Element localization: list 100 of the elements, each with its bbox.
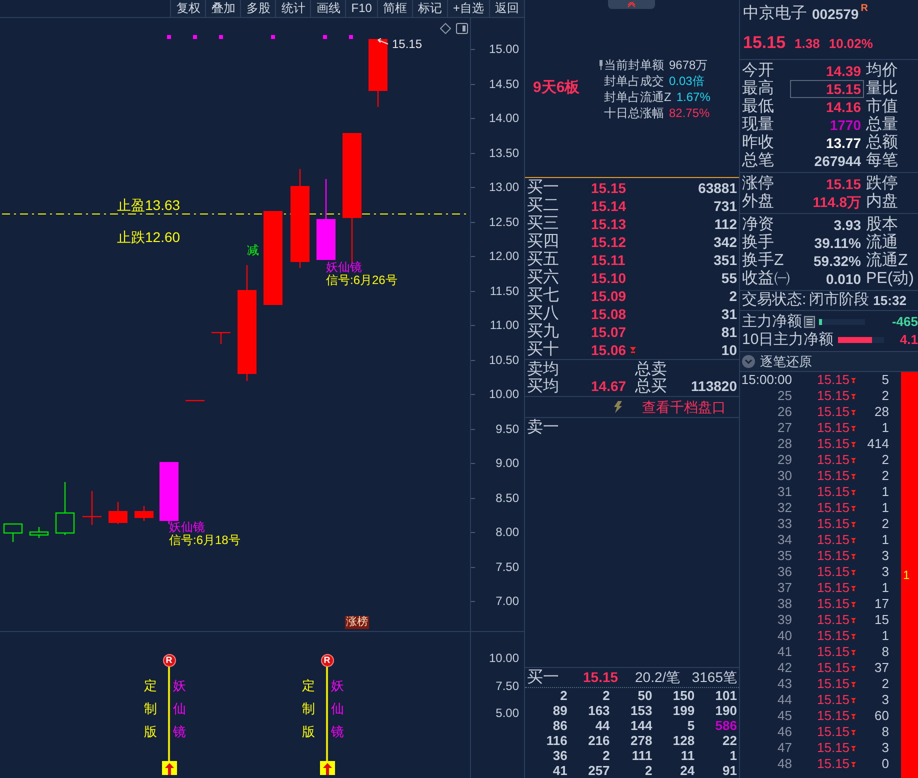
queue-cell-text: 101 <box>714 688 737 703</box>
document-icon[interactable] <box>804 316 815 328</box>
toolbar-button[interactable]: 标记 <box>412 0 447 17</box>
toolbar-button[interactable]: 多股 <box>240 0 276 17</box>
tick-price: 15.15 <box>817 436 850 452</box>
avg-label: 买均 <box>527 378 560 395</box>
tick-price: 15.15 <box>817 420 850 436</box>
toolbar-button[interactable]: 叠加 <box>205 0 240 17</box>
quote-label: 现量 <box>742 116 775 134</box>
up-arrow-icon <box>162 761 176 775</box>
toolbar-button[interactable]: 简框 <box>376 0 412 17</box>
quote-label: PE(动) <box>866 270 914 288</box>
tick-volume: 2 <box>882 516 890 532</box>
info-value: 9678万 <box>669 56 708 74</box>
info-value: 82.75% <box>669 104 710 122</box>
down-arrow-icon <box>850 378 856 382</box>
bid-volume: 731 <box>714 196 737 216</box>
tick-price: 15.15 <box>817 532 850 548</box>
tick-time: 28 <box>776 436 792 452</box>
queue-cell-text: 11 <box>680 748 695 763</box>
candlestick <box>186 400 204 402</box>
queue-cell-text: 1 <box>728 748 737 763</box>
signal-badge: R <box>162 654 176 667</box>
quote-label: 流通 <box>866 234 898 252</box>
quote-label: 每笔 <box>866 152 898 170</box>
collapse-tab[interactable] <box>608 0 655 9</box>
tick-volume: 3 <box>882 692 890 708</box>
tick-volume: 2 <box>882 468 890 484</box>
candlestick <box>29 527 49 538</box>
down-arrow-icon <box>850 458 856 462</box>
bid-volume: 10 <box>721 340 737 360</box>
axis-tick <box>471 187 475 188</box>
queue-cell-text: 2 <box>602 688 610 703</box>
down-arrow-icon <box>850 394 856 398</box>
arrow-icon <box>377 38 389 46</box>
tick-volume: 5 <box>882 372 890 388</box>
flow-value: -465 <box>892 313 918 332</box>
tick-volume: 1 <box>882 580 890 596</box>
last-price-label: 15.15 <box>392 37 422 51</box>
diamond-icon[interactable] <box>440 23 451 34</box>
tick-price: 15.15 <box>817 660 850 676</box>
toolbar-button[interactable]: 统计 <box>275 0 310 17</box>
toolbar-button[interactable]: 画线 <box>310 0 346 17</box>
queue-cell-text: 22 <box>722 733 737 748</box>
quote-label: 跌停 <box>866 175 898 192</box>
axis-label: 11.50 <box>490 284 519 298</box>
queue-avg: 20.2/笔 <box>635 668 680 687</box>
axis-tick <box>471 428 475 430</box>
status-value: 闭市阶段 <box>809 290 870 310</box>
tick-time: 35 <box>776 548 792 564</box>
tick-price: 15.15 <box>817 708 850 724</box>
tick-time: 41 <box>776 644 792 660</box>
stock-name: 中京电子 <box>743 4 807 24</box>
bid-price: 15.13 <box>591 214 626 234</box>
queue-price: 15.15 <box>583 668 620 687</box>
quote-value: 15.15 <box>824 175 862 193</box>
quote-value: 15.15 <box>790 80 864 98</box>
bid-label: 买五 <box>527 251 560 268</box>
bid-price: 15.12 <box>591 232 626 252</box>
chevron-up-icon <box>627 2 636 8</box>
toolbar-button[interactable]: +自选 <box>446 0 489 17</box>
bid-label: 买四 <box>527 233 560 251</box>
info-label: 十日总涨幅 <box>604 104 664 122</box>
tick-price: 15.15 <box>817 388 850 404</box>
quote-label: 市值 <box>866 98 898 116</box>
bid-price: 15.15 <box>591 178 626 198</box>
bid-volume: 351 <box>714 250 737 270</box>
tick-price: 15.15 <box>817 628 850 644</box>
down-arrow-icon <box>850 554 856 558</box>
axis-label: 8.50 <box>496 490 519 504</box>
depth-link[interactable]: 查看千档盘口 <box>642 396 726 418</box>
reduce-mark: 减 <box>247 243 259 257</box>
down-arrow-icon <box>850 762 856 766</box>
tick-time: 38 <box>776 596 792 612</box>
axis-label: 14.50 <box>488 76 519 90</box>
axis-label: 5.00 <box>496 706 519 720</box>
toolbar-button[interactable]: 复权 <box>170 0 206 17</box>
queue-cell-text: 2 <box>602 748 610 763</box>
vertical-label: 定制版 <box>144 677 157 741</box>
quote-value: 114.8万 <box>812 193 862 211</box>
queue-cell-text: 91 <box>722 763 737 778</box>
tick-volume: 8 <box>882 644 890 660</box>
axis-label: 9.00 <box>496 456 519 470</box>
quote-label: 外盘 <box>742 193 775 211</box>
toolbar-button[interactable]: F10 <box>345 0 377 17</box>
tick-time: 34 <box>776 532 792 548</box>
tick-volume: 17 <box>874 596 890 612</box>
axis-label: 9.50 <box>496 422 519 436</box>
queue-cell-text: 278 <box>629 733 652 748</box>
tick-volume: 1 <box>882 628 890 644</box>
bid-label: 买十 <box>527 341 560 359</box>
quote-label: 涨停 <box>742 175 775 193</box>
axis-label: 13.00 <box>488 180 519 194</box>
panel-toggle-icon[interactable] <box>456 23 468 34</box>
chevron-down-icon[interactable] <box>742 355 755 368</box>
axis-label: 15.00 <box>488 42 519 56</box>
total-label: 总卖 <box>635 361 667 378</box>
info-label: 封单占成交 <box>604 72 664 90</box>
bid-volume: 81 <box>721 322 737 342</box>
toolbar-button[interactable]: 返回 <box>489 0 524 17</box>
